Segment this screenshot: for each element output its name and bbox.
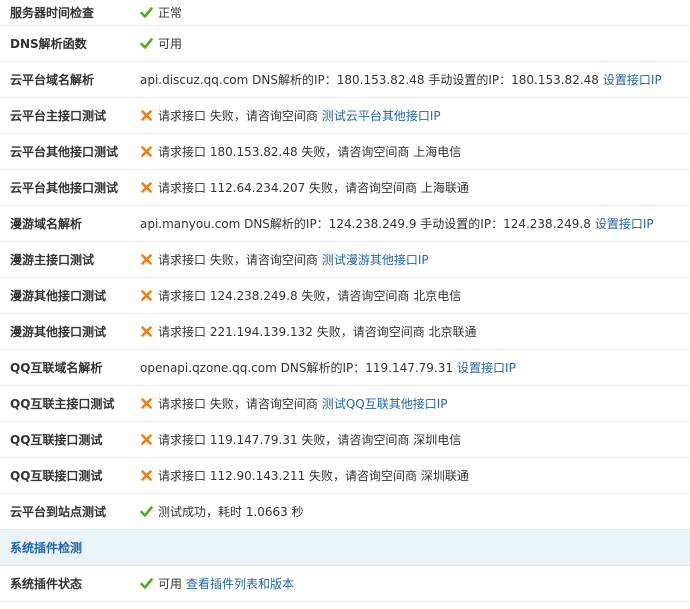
row-label: 云平台主接口测试 xyxy=(10,109,107,123)
row-label: 系统插件状态 xyxy=(10,577,83,591)
check-icon xyxy=(140,577,153,590)
row-label: 漫游主接口测试 xyxy=(10,253,95,267)
row-text: 可用 xyxy=(158,577,183,591)
table-row: 漫游其他接口测试 请求接口 221.194.139.132 失败，请咨询空间商 … xyxy=(0,314,690,350)
row-value: api.manyou.com DNS解析的IP：124.238.249.9 手动… xyxy=(140,215,690,232)
row-text: 可用 xyxy=(158,37,183,51)
row-value: 请求接口 失败，请咨询空间商 测试漫游其他接口IP xyxy=(140,251,690,268)
row-label: QQ互联接口测试 xyxy=(10,469,103,483)
row-text: 请求接口 119.147.79.31 失败，请咨询空间商 深圳电信 xyxy=(158,433,462,447)
row-text: 请求接口 112.64.234.207 失败，请咨询空间商 上海联通 xyxy=(158,181,469,195)
cross-icon xyxy=(140,397,153,410)
table-row: DNS解析函数 可用 xyxy=(0,26,690,62)
table-row: 云平台到站点测试 测试成功，耗时 1.0663 秒 xyxy=(0,494,690,530)
row-label: QQ互联接口测试 xyxy=(10,433,103,447)
row-label: 云平台域名解析 xyxy=(10,73,95,87)
row-value: 请求接口 失败，请咨询空间商 测试云平台其他接口IP xyxy=(140,107,690,124)
row-value: 请求接口 112.90.143.211 失败，请咨询空间商 深圳联通 xyxy=(140,467,690,484)
check-icon xyxy=(140,505,153,518)
test-qq-connect-other-ip-link[interactable]: 测试QQ互联其他接口IP xyxy=(322,395,448,412)
table-row: 云平台其他接口测试 请求接口 180.153.82.48 失败，请咨询空间商 上… xyxy=(0,134,690,170)
row-text: 正常 xyxy=(158,6,183,20)
row-label: DNS解析函数 xyxy=(10,37,87,51)
row-text: 请求接口 失败，请咨询空间商 xyxy=(158,397,318,411)
row-value: 测试成功，耗时 1.0663 秒 xyxy=(140,503,690,520)
row-text: 请求接口 180.153.82.48 失败，请咨询空间商 上海电信 xyxy=(158,145,462,159)
table-row: QQ互联接口测试 请求接口 119.147.79.31 失败，请咨询空间商 深圳… xyxy=(0,422,690,458)
cross-icon xyxy=(140,325,153,338)
test-manyou-other-ip-link[interactable]: 测试漫游其他接口IP xyxy=(322,251,429,268)
table-row: 漫游主接口测试 请求接口 失败，请咨询空间商 测试漫游其他接口IP xyxy=(0,242,690,278)
diagnostics-table: 服务器时间检查 正常 DNS解析函数 可用 云平台域名解析 api.discuz… xyxy=(0,0,690,602)
row-text: 请求接口 失败，请咨询空间商 xyxy=(158,253,318,267)
row-text: api.manyou.com DNS解析的IP：124.238.249.9 手动… xyxy=(140,217,591,231)
table-row: 漫游域名解析 api.manyou.com DNS解析的IP：124.238.2… xyxy=(0,206,690,242)
view-plugin-list-link[interactable]: 查看插件列表和版本 xyxy=(186,575,294,592)
section-header: 系统插件检测 xyxy=(0,530,690,566)
cross-icon xyxy=(140,289,153,302)
row-label: 云平台其他接口测试 xyxy=(10,181,119,195)
table-row: 云平台主接口测试 请求接口 失败，请咨询空间商 测试云平台其他接口IP xyxy=(0,98,690,134)
row-text: api.discuz.qq.com DNS解析的IP：180.153.82.48… xyxy=(140,73,599,87)
table-row: QQ互联主接口测试 请求接口 失败，请咨询空间商 测试QQ互联其他接口IP xyxy=(0,386,690,422)
table-row: 云平台其他接口测试 请求接口 112.64.234.207 失败，请咨询空间商 … xyxy=(0,170,690,206)
table-row: 服务器时间检查 正常 xyxy=(0,0,690,26)
check-icon xyxy=(140,6,153,19)
row-value: 请求接口 119.147.79.31 失败，请咨询空间商 深圳电信 xyxy=(140,431,690,448)
row-text: openapi.qzone.qq.com DNS解析的IP：119.147.79… xyxy=(140,361,454,375)
row-label: 漫游域名解析 xyxy=(10,217,83,231)
set-interface-ip-link[interactable]: 设置接口IP xyxy=(603,71,662,88)
row-value: 可用 查看插件列表和版本 xyxy=(140,575,690,592)
table-row: 云平台域名解析 api.discuz.qq.com DNS解析的IP：180.1… xyxy=(0,62,690,98)
row-text: 请求接口 221.194.139.132 失败，请咨询空间商 北京联通 xyxy=(158,325,477,339)
cross-icon xyxy=(140,181,153,194)
check-icon xyxy=(140,37,153,50)
row-label: 云平台到站点测试 xyxy=(10,505,107,519)
row-label: 漫游其他接口测试 xyxy=(10,289,107,303)
row-text: 请求接口 124.238.249.8 失败，请咨询空间商 北京电信 xyxy=(158,289,462,303)
row-value: 请求接口 失败，请咨询空间商 测试QQ互联其他接口IP xyxy=(140,395,690,412)
row-label: QQ互联主接口测试 xyxy=(10,397,115,411)
row-label: QQ互联域名解析 xyxy=(10,361,103,375)
test-cloud-other-ip-link[interactable]: 测试云平台其他接口IP xyxy=(322,107,441,124)
row-value: 请求接口 112.64.234.207 失败，请咨询空间商 上海联通 xyxy=(140,179,690,196)
cross-icon xyxy=(140,469,153,482)
row-label: 服务器时间检查 xyxy=(10,6,95,20)
row-value: 请求接口 221.194.139.132 失败，请咨询空间商 北京联通 xyxy=(140,323,690,340)
row-value: api.discuz.qq.com DNS解析的IP：180.153.82.48… xyxy=(140,71,690,88)
table-row: 系统插件状态 可用 查看插件列表和版本 xyxy=(0,566,690,602)
row-value: openapi.qzone.qq.com DNS解析的IP：119.147.79… xyxy=(140,359,690,376)
row-value: 请求接口 124.238.249.8 失败，请咨询空间商 北京电信 xyxy=(140,287,690,304)
row-value: 可用 xyxy=(140,35,690,52)
cross-icon xyxy=(140,253,153,266)
table-row: QQ互联接口测试 请求接口 112.90.143.211 失败，请咨询空间商 深… xyxy=(0,458,690,494)
cross-icon xyxy=(140,145,153,158)
row-value: 请求接口 180.153.82.48 失败，请咨询空间商 上海电信 xyxy=(140,143,690,160)
row-text: 请求接口 失败，请咨询空间商 xyxy=(158,109,318,123)
row-label: 云平台其他接口测试 xyxy=(10,145,119,159)
row-label: 漫游其他接口测试 xyxy=(10,325,107,339)
row-text: 测试成功，耗时 1.0663 秒 xyxy=(158,505,304,519)
cross-icon xyxy=(140,109,153,122)
table-row: QQ互联域名解析 openapi.qzone.qq.com DNS解析的IP：1… xyxy=(0,350,690,386)
table-row: 漫游其他接口测试 请求接口 124.238.249.8 失败，请咨询空间商 北京… xyxy=(0,278,690,314)
cross-icon xyxy=(140,433,153,446)
set-interface-ip-link[interactable]: 设置接口IP xyxy=(595,215,654,232)
set-interface-ip-link[interactable]: 设置接口IP xyxy=(457,359,516,376)
row-text: 请求接口 112.90.143.211 失败，请咨询空间商 深圳联通 xyxy=(158,469,469,483)
row-value: 正常 xyxy=(140,4,690,21)
